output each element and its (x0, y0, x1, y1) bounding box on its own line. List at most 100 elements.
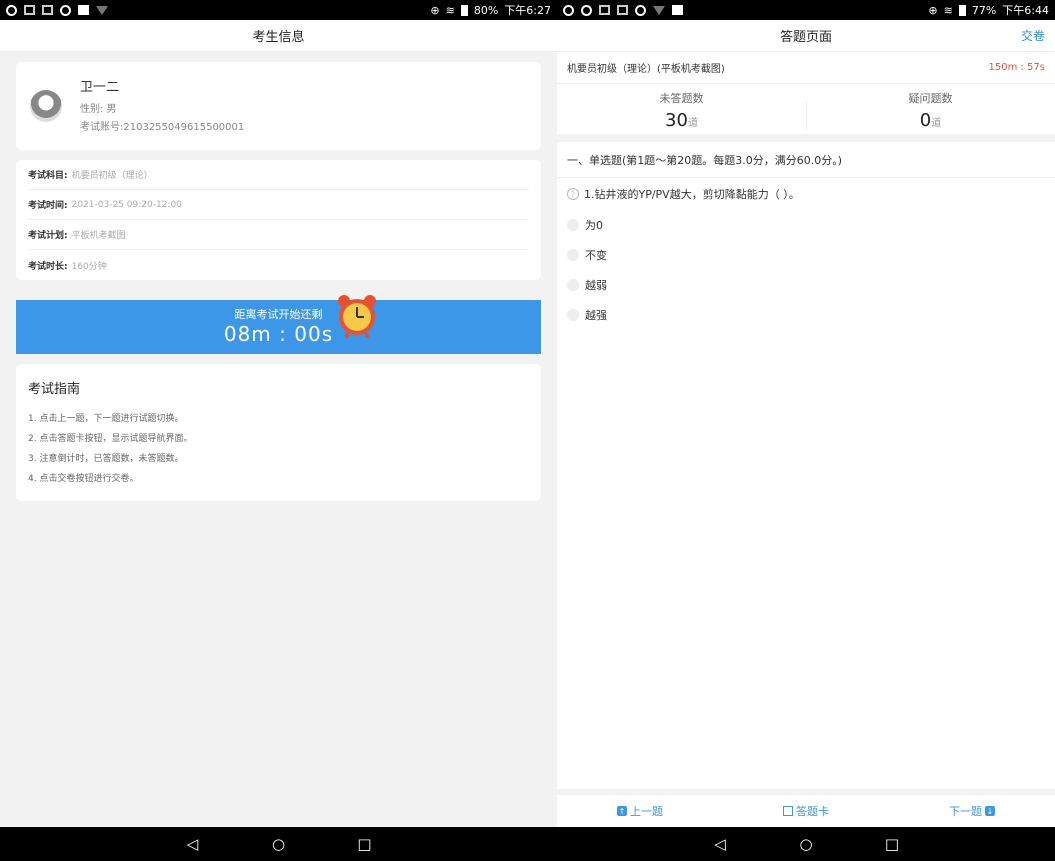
exam-guide-card: 考试指南 1. 点击上一题，下一题进行试题切换。 2. 点击答题卡按钮，显示试题… (16, 364, 541, 501)
page-title: 答题页面 (779, 30, 832, 45)
radio-button[interactable] (567, 249, 579, 261)
info-key: 考试时间: (28, 201, 68, 211)
vibrate-icon: ⊕ (928, 3, 938, 17)
unanswered-label: 未答题数 (659, 92, 704, 105)
prev-label: 上一题 (630, 805, 663, 818)
radio-button[interactable] (567, 219, 579, 231)
grid-icon (599, 5, 610, 15)
prev-question-button[interactable]: ↑ 上一题 (617, 803, 663, 819)
android-nav-bar: ◁ ○ □ (0, 827, 557, 861)
page-title-bar: 考生信息 (0, 20, 557, 52)
page-title-bar: 答题页面 交卷 (557, 20, 1055, 52)
unanswered-stat: 未答题数 30道 (557, 84, 806, 134)
next-label: 下一题 (949, 805, 982, 818)
guide-item: 2. 点击答题卡按钮，显示试题导航界面。 (28, 434, 193, 444)
signal-icon: ≋ (445, 3, 455, 17)
info-row-plan: 考试计划: 平板机考截图 (28, 220, 529, 250)
submit-button[interactable]: 交卷 (1021, 27, 1045, 44)
doubt-unit: 道 (931, 118, 942, 129)
answer-card-icon (783, 806, 793, 816)
page-title: 考生信息 (252, 30, 305, 45)
grid-icon (24, 5, 35, 15)
guide-title: 考试指南 (28, 382, 81, 397)
profile-card: 卫一二 性别: 男 考试账号:2103255049615500001 (16, 62, 541, 150)
option-b[interactable]: 不变 (557, 240, 1055, 270)
info-row-time: 考试时间: 2021-03-25 09:20-12:00 (28, 190, 529, 220)
radio-button[interactable] (567, 309, 579, 321)
arrow-up-icon: ↑ (617, 806, 627, 816)
recents-icon[interactable]: □ (357, 835, 373, 853)
remaining-timer: 150m : 57s (988, 62, 1046, 73)
option-label: 为0 (585, 219, 603, 232)
info-value: 机要员初级（理论） (71, 171, 153, 181)
info-key: 考试科目: (28, 171, 68, 181)
question-text: 1.钻井液的YP/PV越大，剪切降黏能力（ ）。 (584, 188, 800, 201)
unanswered-unit: 道 (687, 118, 698, 129)
option-label: 越弱 (585, 279, 607, 292)
search-icon (60, 4, 71, 16)
signal-icon: ≋ (943, 3, 953, 17)
next-question-button[interactable]: 下一题 ↓ (949, 803, 995, 819)
status-bar: ⊕ ≋ 80% 下午6:27 (0, 0, 557, 20)
wifi-icon (653, 5, 665, 15)
card-label: 答题卡 (796, 805, 829, 818)
stats-panel: 未答题数 30道 疑问题数 0道 (557, 84, 1055, 142)
radio-button[interactable] (567, 279, 579, 291)
unanswered-value: 30 (665, 110, 688, 131)
countdown-banner: 距离考试开始还剩 08m : 00s (16, 295, 541, 354)
wifi-icon (96, 5, 108, 15)
recents-icon[interactable]: □ (884, 835, 900, 853)
info-row-duration: 考试时长: 160分钟 (28, 250, 529, 280)
exam-info-card: 考试科目: 机要员初级（理论） 考试时间: 2021-03-25 09:20-1… (16, 160, 541, 280)
candidate-exam-number: 考试账号:2103255049615500001 (80, 121, 245, 133)
guide-item: 3. 注意倒计时，已答题数，未答题数。 (28, 454, 184, 464)
doubt-label: 疑问题数 (908, 92, 953, 105)
info-value: 160分钟 (71, 261, 107, 272)
countdown-label: 距离考试开始还剩 (234, 308, 323, 321)
info-row-subject: 考试科目: 机要员初级（理论） (28, 160, 529, 190)
battery-icon (958, 4, 966, 16)
search-icon (6, 4, 17, 16)
vibrate-icon: ⊕ (430, 3, 440, 17)
option-d[interactable]: 越强 (557, 300, 1055, 330)
section-header: 一、单选题(第1题～第20题。每题3.0分，满分60.0分。) (557, 142, 1055, 178)
search-icon (563, 4, 574, 16)
option-c[interactable]: 越弱 (557, 270, 1055, 300)
answer-screen: ⊕ ≋ 77% 下午6:44 答题页面 交卷 机要员初级（理论）(平板机考截图)… (557, 0, 1055, 861)
exam-info-screen: ⊕ ≋ 80% 下午6:27 考生信息 卫一二 性别: 男 考试账号:21032… (0, 0, 557, 861)
grid-icon (42, 5, 53, 15)
question-row: ? 1.钻井液的YP/PV越大，剪切降黏能力（ ）。 (557, 178, 1055, 210)
avatar (30, 90, 62, 122)
option-label: 不变 (585, 249, 607, 262)
grid-icon (617, 5, 628, 15)
guide-item: 1. 点击上一题，下一题进行试题切换。 (28, 414, 184, 424)
search-icon (635, 4, 646, 16)
home-icon[interactable]: ○ (798, 835, 814, 853)
back-icon[interactable]: ◁ (185, 835, 201, 853)
info-key: 考试计划: (28, 231, 68, 241)
candidate-name: 卫一二 (80, 79, 120, 95)
clock-text: 下午6:44 (1002, 4, 1049, 17)
status-bar: ⊕ ≋ 77% 下午6:44 (557, 0, 1055, 20)
back-icon[interactable]: ◁ (712, 835, 728, 853)
section-title: 一、单选题(第1题～第20题。每题3.0分，满分60.0分。) (567, 153, 843, 167)
image-icon (672, 5, 683, 15)
image-icon (78, 5, 89, 15)
clock-text: 下午6:27 (504, 4, 551, 17)
search-icon (581, 4, 592, 16)
home-icon[interactable]: ○ (271, 835, 287, 853)
battery-text: 80% (473, 3, 499, 17)
guide-item: 4. 点击交卷按钮进行交卷。 (28, 474, 139, 484)
battery-icon (460, 4, 468, 16)
answer-card-button[interactable]: 答题卡 (783, 803, 829, 819)
question-mark-icon[interactable]: ? (567, 188, 579, 200)
countdown-time: 08m : 00s (223, 322, 334, 346)
alarm-clock-icon (338, 295, 376, 338)
info-value: 平板机考截图 (71, 231, 126, 241)
candidate-gender: 性别: 男 (80, 103, 117, 115)
exam-header: 机要员初级（理论）(平板机考截图) 150m : 57s (557, 52, 1055, 84)
doubt-value: 0 (919, 110, 932, 131)
option-a[interactable]: 为0 (557, 210, 1055, 240)
info-key: 考试时长: (28, 261, 68, 272)
info-value: 2021-03-25 09:20-12:00 (71, 199, 182, 210)
